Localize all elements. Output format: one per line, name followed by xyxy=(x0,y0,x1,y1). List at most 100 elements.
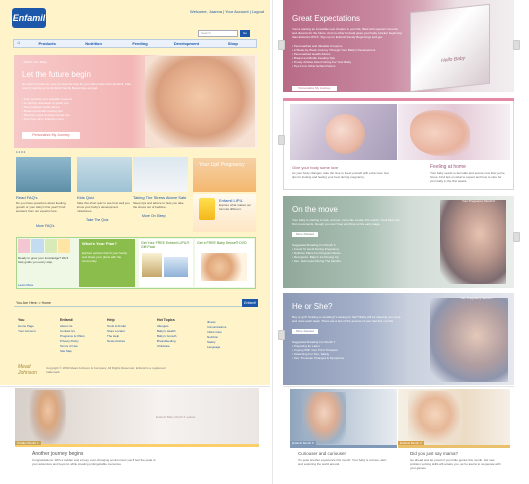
quiz-card-image[interactable] xyxy=(77,157,132,192)
promo-color-blocks xyxy=(18,239,70,253)
dvd-title: Get a FREE Baby Sense® DVD xyxy=(197,241,247,245)
side-tab-left[interactable] xyxy=(278,330,285,340)
account-links[interactable]: Welcome, Joanna | Your Account | Logout xyxy=(190,9,264,14)
side-tab-left[interactable] xyxy=(278,135,285,145)
footer-column-you: You Home Page Your Account xyxy=(18,318,56,334)
more-related-button[interactable]: More Related xyxy=(292,232,318,237)
toddler-body: Congratulations. With a toddler and a bu… xyxy=(32,458,156,466)
blue-strip xyxy=(290,445,397,448)
suggested-reading-7[interactable]: Suggested Reading For Month 7 • Preparin… xyxy=(292,340,412,360)
personalize-journey-button-2[interactable]: Personalize My Journey xyxy=(292,86,337,91)
he-or-she-title: He or She? xyxy=(292,302,333,311)
toddler-photo xyxy=(30,390,66,444)
journal-book-text: Hello Baby xyxy=(441,55,466,64)
he-or-she-body: Boy or girl? Smiling or scowling? Lookin… xyxy=(292,315,401,323)
nav-tab-development[interactable]: Development xyxy=(163,41,209,46)
main-nav: ⌂ Products Nutrition Feeding Development… xyxy=(13,39,257,48)
home-icon[interactable]: ⌂ xyxy=(14,40,24,47)
gift-pack-title: Get Your FREE Enfamil LIPIL® Gift Pack xyxy=(141,241,190,249)
search-go-button[interactable]: Go xyxy=(240,30,250,37)
pregnancy-card[interactable]: Your Lipil Pregnancy xyxy=(193,158,256,192)
footer-col-head: Hot Topics xyxy=(157,318,175,322)
promo-block-green xyxy=(44,239,57,253)
pregnant-woman-image-2 xyxy=(430,298,508,382)
card-link-faq[interactable]: More FAQ's xyxy=(36,224,54,228)
card-body-faq: Do you have questions about feeding, gro… xyxy=(16,201,67,213)
on-the-move-title: On the move xyxy=(292,205,338,214)
side-tab-left[interactable] xyxy=(278,40,285,50)
curiouser-body: It's quite another experience this month… xyxy=(298,458,387,466)
footer-link[interactable]: Site Map xyxy=(60,349,98,354)
mama-body: Go ahead and be proud of your little gen… xyxy=(410,458,501,470)
gift-pack-box[interactable]: Get Your FREE Enfamil LIPIL® Gift Pack xyxy=(139,239,193,287)
newborn-photo xyxy=(410,110,470,156)
nav-tab-nutrition[interactable]: Nutrition xyxy=(70,41,116,46)
footer-link[interactable]: Childcare xyxy=(157,344,195,349)
promo-learn-more-link[interactable]: Learn More xyxy=(18,283,33,287)
footer-header: You Are Here: > Home Enfamil xyxy=(14,299,258,307)
faq-card-image[interactable] xyxy=(16,157,71,192)
great-expectations-title: Great Expectations xyxy=(292,14,361,23)
footer-column-topics-2: Illness Immunizations Infant Care Nutrit… xyxy=(207,318,245,350)
pregnancy-card-title: Your Lipil Pregnancy xyxy=(199,162,245,168)
gift-box-image xyxy=(164,257,188,277)
great-expectations-list: • Personalized and Valuable Coupons • A … xyxy=(292,44,376,68)
personalize-journey-button[interactable]: Personalize My Journey xyxy=(22,132,80,139)
toddler-strip xyxy=(15,444,259,447)
promo-block-pink xyxy=(18,239,31,253)
footer-link[interactable]: Your Account xyxy=(18,329,56,334)
dvd-baby-image xyxy=(201,253,247,281)
enfamil-logo[interactable]: Enfamil xyxy=(12,8,46,28)
hero-title: Let the future begin xyxy=(22,70,91,79)
promo-block-blue xyxy=(31,239,44,253)
toddler-month-tag: Toddler Month 1 xyxy=(15,441,41,445)
product-body: Explore what makes our formula different… xyxy=(219,203,252,211)
formula-can-image xyxy=(199,198,215,220)
curiouser-title: Curiouser and curiouser xyxy=(298,451,347,456)
promo-text: Ready to grow your knowledge? We'll help… xyxy=(18,256,69,264)
sleep-card-image[interactable] xyxy=(133,157,188,192)
card-link-sleep[interactable]: More On Sleep xyxy=(142,214,166,218)
mama-baby-photo xyxy=(408,391,462,443)
card-title-quiz[interactable]: Kids Quiz xyxy=(77,195,94,200)
breadcrumb: You Are Here: > Home xyxy=(16,301,51,305)
footer-col-head: You xyxy=(18,318,25,322)
card-body-sleep: Sleep tips and advice to help you take t… xyxy=(133,201,184,209)
nav-tab-feeding[interactable]: Feeding xyxy=(117,41,163,46)
hero-tag: • Watch Your Baby xyxy=(22,60,47,64)
belly-photo xyxy=(325,114,365,154)
plan-title: What's Your Plan? xyxy=(82,241,117,246)
hero-list: • Free samples and valuable coupons • A … xyxy=(22,97,73,121)
card-title-sleep[interactable]: Taking The Stress Above Sale xyxy=(133,195,186,200)
suggested-reading-6[interactable]: Suggested Reading For Month 6 • Foods To… xyxy=(292,243,412,263)
nav-tab-shop[interactable]: Shop xyxy=(210,41,256,46)
curious-baby-photo xyxy=(302,392,346,444)
mead-johnson-logo[interactable]: Mead Johnson xyxy=(18,364,40,376)
search-input[interactable]: Search xyxy=(198,30,238,37)
more-related-button-2[interactable]: More Related xyxy=(292,329,318,334)
feeling-home-text: Your baby needs to feel safe and secure … xyxy=(430,171,505,183)
body-love-text: As your body changes, take the time to t… xyxy=(292,171,389,179)
footer-link[interactable]: Language xyxy=(207,345,245,350)
card-link-quiz[interactable]: Take The Quiz xyxy=(86,218,109,222)
mama-title: Did you just say mama? xyxy=(410,451,459,456)
dvd-offer-box[interactable]: Get a FREE Baby Sense® DVD xyxy=(195,239,254,287)
month-tag-b: Enfamil Month 3 xyxy=(398,441,424,445)
side-tab-right[interactable] xyxy=(513,232,520,242)
pink-strip xyxy=(283,98,514,101)
footer-link[interactable]: News Articles xyxy=(107,339,145,344)
card-body-quiz: Take this short quiz to see how well you… xyxy=(77,201,130,213)
footer-column-help: Help Tools & Finder Store Locator The He… xyxy=(107,318,145,344)
footer-column-enfamil: Enfamil About Us Contact Us Programs & O… xyxy=(60,318,98,354)
card-title-faq[interactable]: Read FAQ's xyxy=(16,195,37,200)
product-feature[interactable]: Enfamil LIPIL Explore what makes our for… xyxy=(193,194,256,232)
footer-logo[interactable]: Enfamil xyxy=(242,299,258,307)
nav-tab-products[interactable]: Products xyxy=(24,41,70,46)
side-tab-right[interactable] xyxy=(513,40,520,50)
feeling-home-title: Feeling at home xyxy=(430,164,466,170)
month-7-tag: Your Pregnancy Month 7 xyxy=(460,296,493,300)
plan-box[interactable]: What's Your Plan? Explore options that f… xyxy=(79,239,135,287)
hero-pager[interactable]: 1 2 3 4 xyxy=(16,150,25,154)
toddler-caption: Enfamil Baby Month 6 update xyxy=(156,415,196,419)
great-expectations-body: You're starting an incredible new chapte… xyxy=(292,27,402,39)
